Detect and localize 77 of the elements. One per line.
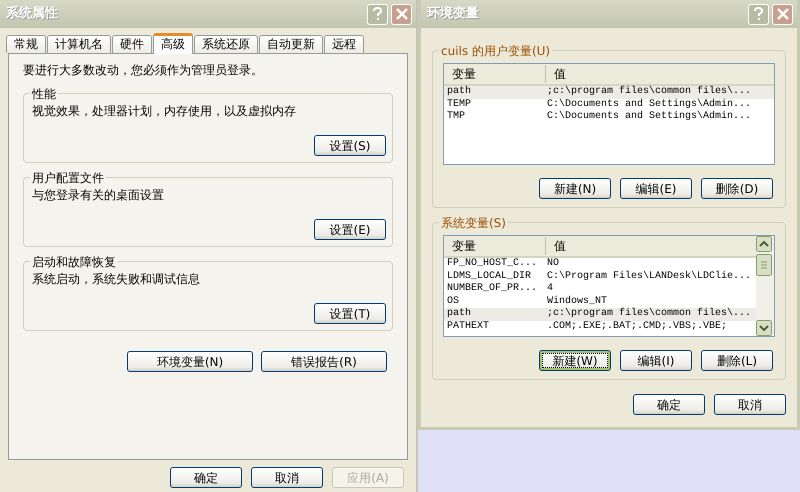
- list-action-button[interactable]: 删除(L): [701, 350, 773, 371]
- close-button[interactable]: [391, 4, 412, 24]
- close-icon: [776, 8, 788, 20]
- apply-button: 应用(A): [332, 467, 404, 488]
- help-button[interactable]: [367, 4, 388, 24]
- dialog-button[interactable]: 取消: [714, 394, 786, 415]
- variable-name: LDMS_LOCAL_DIR: [447, 270, 532, 283]
- variable-name: FP_NO_HOST_C...: [447, 258, 538, 270]
- variable-name: TEMP: [447, 98, 472, 111]
- dialog-button[interactable]: 确定: [170, 467, 242, 488]
- variable-value: C:\Documents and Settings\Admin...: [547, 111, 752, 124]
- group-title: 性能: [30, 85, 58, 103]
- variable-name: PATHEXT: [447, 320, 490, 333]
- list-row[interactable]: OS Windows_NT: [444, 296, 756, 308]
- list-row[interactable]: path ;c:\program files\common files\...: [444, 86, 774, 98]
- list-action-button[interactable]: 编辑(I): [620, 350, 692, 371]
- list-row[interactable]: NUMBER_OF_PR... 4: [444, 283, 756, 296]
- variable-name: path: [447, 308, 472, 320]
- notice-text: 要进行大多数改动，您必须作为管理员登录。: [23, 62, 264, 79]
- close-button[interactable]: [772, 4, 793, 24]
- group-description: 视觉效果，处理器计划，内存使用，以及虚拟内存: [32, 103, 297, 120]
- group-title: 用户配置文件: [30, 169, 106, 187]
- variable-value: NO: [547, 258, 560, 270]
- variable-value: ;c:\program files\common files\...: [547, 86, 752, 98]
- group-title: cuils 的用户变量(U): [439, 42, 552, 60]
- dialog-button[interactable]: 错误报告(R): [261, 351, 387, 372]
- list-row[interactable]: PATHEXT .COM;.EXE;.BAT;.CMD;.VBS;.VBE;: [444, 320, 756, 333]
- scroll-thumb[interactable]: [756, 254, 772, 276]
- group-description: 系统启动，系统失败和调试信息: [32, 271, 201, 288]
- column-header: 变量: [444, 237, 546, 255]
- dialog-button[interactable]: 确定: [633, 394, 705, 415]
- scroll-down-icon[interactable]: [756, 320, 772, 336]
- tab[interactable]: 硬件: [112, 35, 152, 53]
- column-header: 值: [553, 238, 566, 255]
- list-row[interactable]: path ;c:\program files\common files\...: [444, 308, 756, 320]
- tab[interactable]: 常规: [6, 35, 46, 53]
- tab[interactable]: 计算机名: [47, 35, 111, 53]
- group-title: 启动和故障恢复: [30, 253, 118, 271]
- variable-value: C:\Documents and Settings\Admin...: [547, 98, 752, 110]
- list-action-button[interactable]: 新建(W): [539, 350, 611, 371]
- tab[interactable]: 自动更新: [259, 35, 323, 53]
- column-header: 值: [553, 66, 566, 83]
- group-description: 与您登录有关的桌面设置: [32, 187, 165, 204]
- help-icon: [372, 7, 383, 21]
- scroll-up-icon[interactable]: [756, 236, 772, 252]
- column-header: 变量: [444, 65, 546, 83]
- tab[interactable]: 系统还原: [194, 35, 258, 53]
- variable-value: C:\Program Files\LANDesk\LDClie...: [547, 270, 752, 283]
- variable-name: NUMBER_OF_PR...: [447, 283, 538, 296]
- settings-button[interactable]: 设置(S): [314, 135, 386, 156]
- variable-value: ;c:\program files\common files\...: [547, 308, 752, 320]
- settings-button[interactable]: 设置(T): [314, 303, 386, 324]
- variable-value: 4: [547, 283, 554, 296]
- window-title: 系统属性: [6, 4, 59, 24]
- tab[interactable]: 远程: [324, 35, 364, 53]
- settings-button[interactable]: 设置(E): [314, 219, 386, 240]
- list-action-button[interactable]: 新建(N): [539, 178, 611, 199]
- list-action-button[interactable]: 编辑(E): [620, 178, 692, 199]
- variable-name: TMP: [447, 111, 466, 124]
- variable-name: OS: [447, 296, 460, 308]
- list-row[interactable]: FP_NO_HOST_C... NO: [444, 258, 756, 270]
- help-icon: [753, 7, 764, 21]
- list-row[interactable]: TMP C:\Documents and Settings\Admin...: [444, 111, 774, 124]
- group-title: 系统变量(S): [439, 214, 508, 232]
- list-row[interactable]: TEMP C:\Documents and Settings\Admin...: [444, 98, 774, 111]
- dialog-button[interactable]: 环境变量(N): [127, 351, 253, 372]
- variable-name: path: [447, 86, 472, 98]
- scrollbar[interactable]: [756, 236, 774, 336]
- variable-value: Windows_NT: [547, 296, 608, 308]
- list-action-button[interactable]: 删除(D): [701, 178, 773, 199]
- tab[interactable]: 高级: [153, 33, 193, 54]
- list-row[interactable]: LDMS_LOCAL_DIR C:\Program Files\LANDesk\LDClie...: [444, 270, 756, 283]
- help-button[interactable]: [748, 4, 769, 24]
- window-title: 环境变量: [427, 4, 480, 24]
- variable-value: .COM;.EXE;.BAT;.CMD;.VBS;.VBE;: [547, 320, 728, 333]
- close-icon: [396, 8, 408, 20]
- dialog-button[interactable]: 取消: [251, 467, 323, 488]
